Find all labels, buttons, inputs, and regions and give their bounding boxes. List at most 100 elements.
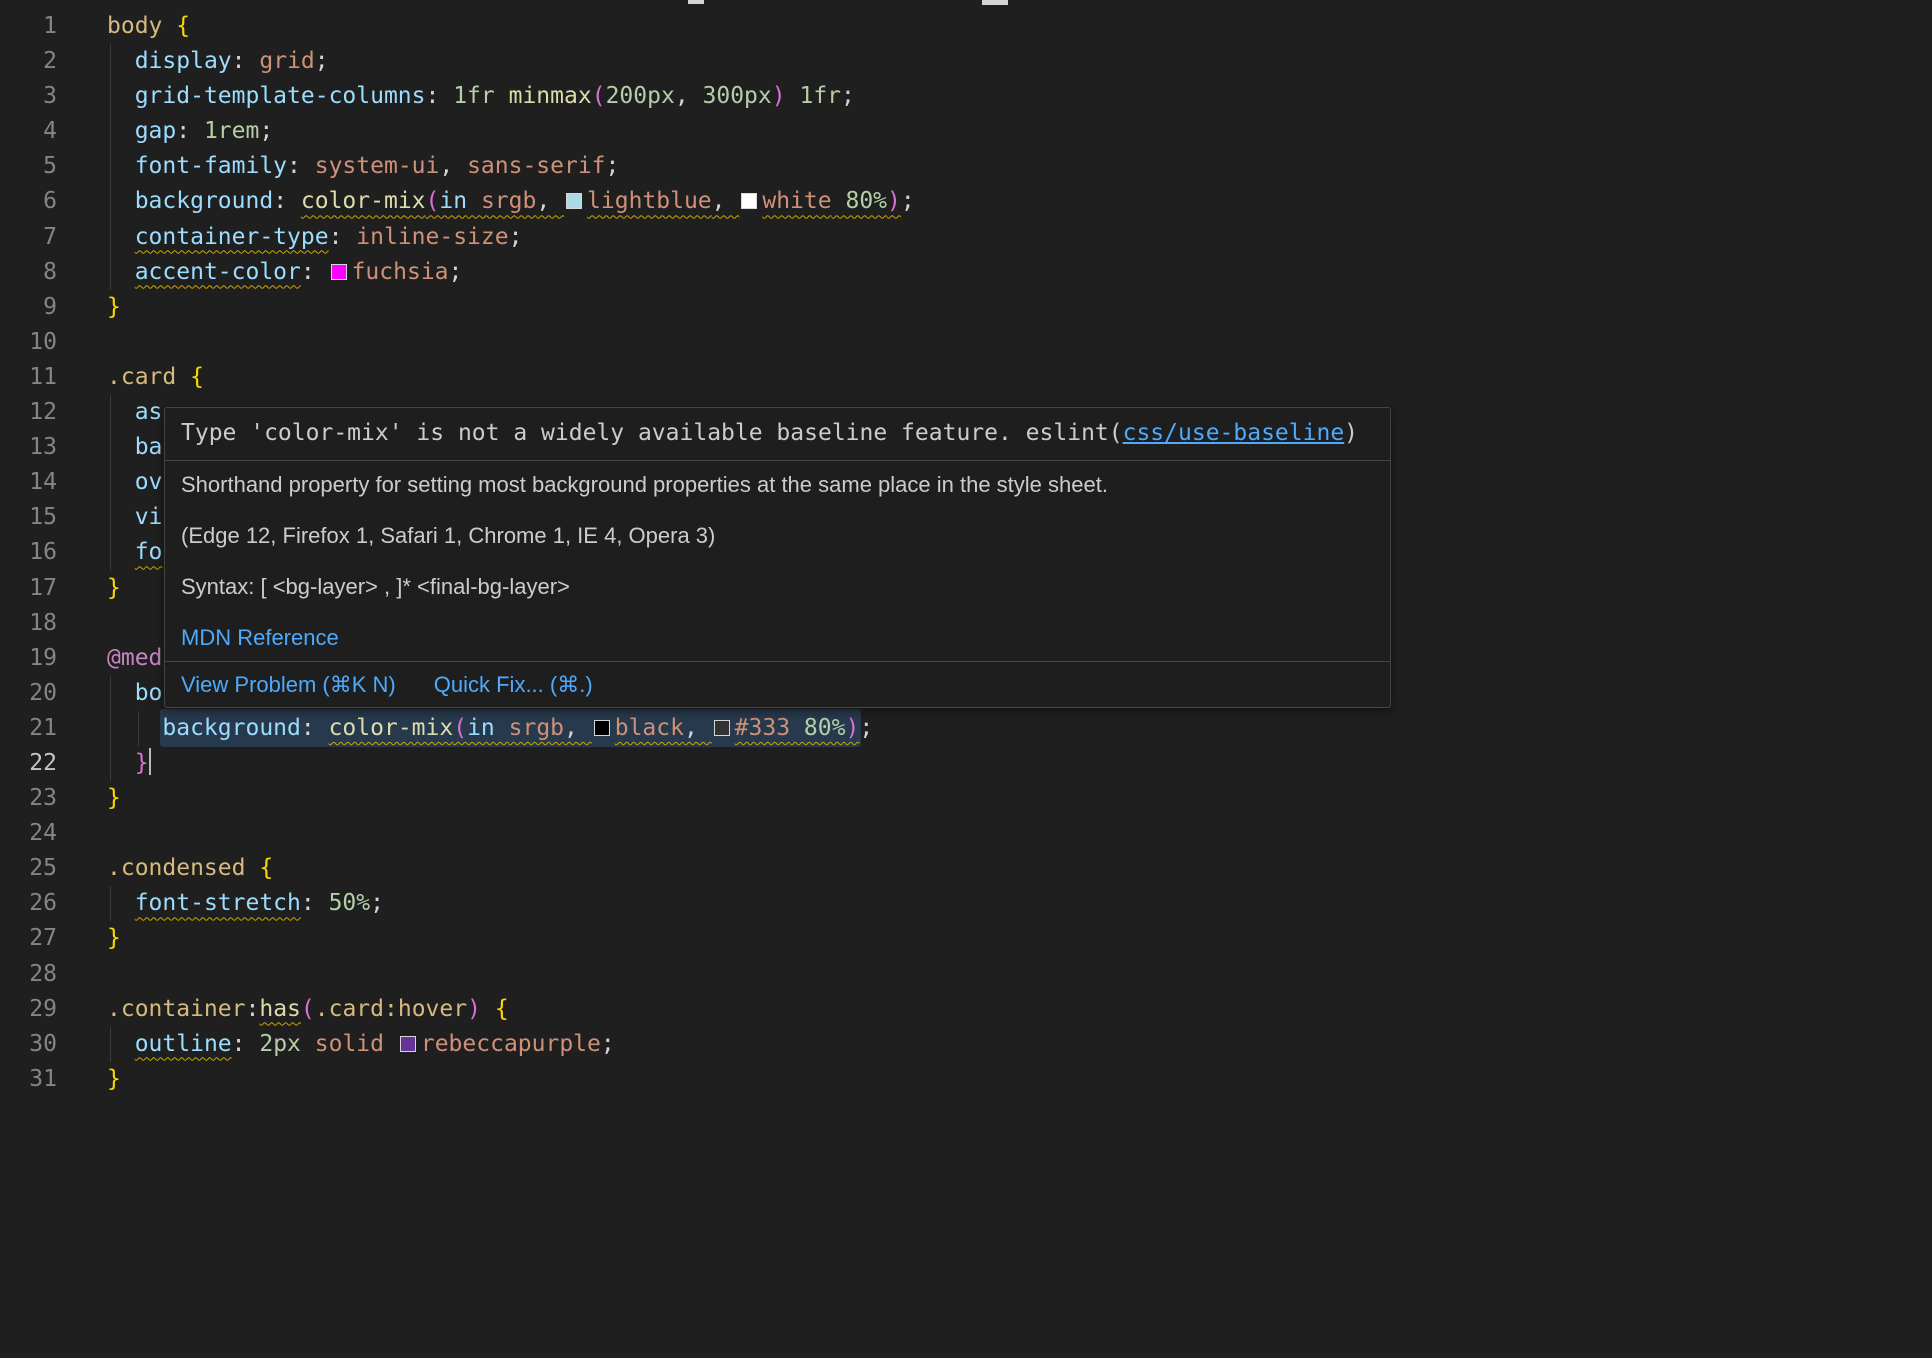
code-line[interactable]: 22 } <box>0 746 1932 781</box>
code-content[interactable]: container-type: inline-size; <box>57 220 1932 255</box>
color-swatch[interactable] <box>331 264 347 280</box>
code-token: font-stretch <box>135 890 301 916</box>
line-number[interactable]: 10 <box>0 325 57 360</box>
code-content[interactable]: grid-template-columns: 1fr minmax(200px,… <box>57 79 1932 114</box>
code-content[interactable]: } <box>57 921 1932 956</box>
line-number[interactable]: 30 <box>0 1027 57 1062</box>
line-number[interactable]: 31 <box>0 1062 57 1097</box>
line-number[interactable]: 23 <box>0 781 57 816</box>
line-number[interactable]: 15 <box>0 500 57 535</box>
code-token: .container <box>107 996 245 1022</box>
code-token: color-mix <box>301 188 426 214</box>
code-line[interactable]: 3 grid-template-columns: 1fr minmax(200p… <box>0 79 1932 114</box>
code-token <box>107 83 135 109</box>
code-line[interactable]: 23} <box>0 781 1932 816</box>
code-line[interactable]: 30 outline: 2px solid rebeccapurple; <box>0 1027 1932 1062</box>
view-problem-action[interactable]: View Problem (⌘K N) <box>181 671 396 698</box>
code-line[interactable]: 8 accent-color: fuchsia; <box>0 255 1932 290</box>
code-content[interactable]: } <box>57 746 1932 781</box>
code-line[interactable]: 4 gap: 1rem; <box>0 114 1932 149</box>
color-swatch[interactable] <box>714 720 730 736</box>
code-line[interactable]: 7 container-type: inline-size; <box>0 220 1932 255</box>
code-content[interactable]: .condensed { <box>57 851 1932 886</box>
code-content[interactable]: } <box>57 290 1932 325</box>
color-swatch[interactable] <box>400 1036 416 1052</box>
code-line[interactable]: 2 display: grid; <box>0 44 1932 79</box>
color-swatch[interactable] <box>566 193 582 209</box>
code-content[interactable]: display: grid; <box>57 44 1932 79</box>
line-number[interactable]: 20 <box>0 676 57 711</box>
code-content[interactable]: outline: 2px solid rebeccapurple; <box>57 1027 1932 1062</box>
line-number[interactable]: 13 <box>0 430 57 465</box>
code-line[interactable]: 27} <box>0 921 1932 956</box>
code-line[interactable]: 11.card { <box>0 360 1932 395</box>
line-number[interactable]: 7 <box>0 220 57 255</box>
code-content[interactable]: .container:has(.card:hover) { <box>57 992 1932 1027</box>
code-content[interactable]: background: color-mix(in srgb, lightblue… <box>57 184 1932 219</box>
clipped-text-fragment <box>688 0 704 4</box>
line-number[interactable]: 19 <box>0 641 57 676</box>
code-line[interactable]: 31} <box>0 1062 1932 1097</box>
code-token <box>832 188 846 214</box>
indent-guide <box>110 500 111 535</box>
line-number[interactable]: 1 <box>0 9 57 44</box>
code-content[interactable]: accent-color: fuchsia; <box>57 255 1932 290</box>
code-line[interactable]: 28 <box>0 957 1932 992</box>
line-number[interactable]: 11 <box>0 360 57 395</box>
line-number[interactable]: 8 <box>0 255 57 290</box>
code-content[interactable] <box>57 957 1932 992</box>
code-line[interactable]: 29.container:has(.card:hover) { <box>0 992 1932 1027</box>
code-content[interactable] <box>57 325 1932 360</box>
code-line[interactable]: 5 font-family: system-ui, sans-serif; <box>0 149 1932 184</box>
line-number[interactable]: 26 <box>0 886 57 921</box>
line-number[interactable]: 16 <box>0 535 57 570</box>
line-number[interactable]: 3 <box>0 79 57 114</box>
code-line[interactable]: 9} <box>0 290 1932 325</box>
line-number[interactable]: 21 <box>0 711 57 746</box>
line-number[interactable]: 4 <box>0 114 57 149</box>
code-line[interactable]: 10 <box>0 325 1932 360</box>
code-content[interactable]: } <box>57 781 1932 816</box>
line-number[interactable]: 25 <box>0 851 57 886</box>
code-token: , <box>712 188 740 214</box>
line-number[interactable]: 6 <box>0 184 57 219</box>
code-token: has <box>259 996 301 1022</box>
code-content[interactable]: background: color-mix(in srgb, black, #3… <box>57 711 1932 746</box>
code-content[interactable]: font-family: system-ui, sans-serif; <box>57 149 1932 184</box>
code-line[interactable]: 26 font-stretch: 50%; <box>0 886 1932 921</box>
line-number[interactable]: 28 <box>0 957 57 992</box>
line-number[interactable]: 22 <box>0 746 57 781</box>
line-number[interactable]: 14 <box>0 465 57 500</box>
code-content[interactable]: body { <box>57 9 1932 44</box>
warning-squiggle-range: has <box>259 996 301 1022</box>
line-number[interactable]: 18 <box>0 606 57 641</box>
line-number[interactable]: 5 <box>0 149 57 184</box>
code-line[interactable]: 21 background: color-mix(in srgb, black,… <box>0 711 1932 746</box>
line-number[interactable]: 29 <box>0 992 57 1027</box>
indent-guide <box>110 79 111 114</box>
line-number[interactable]: 9 <box>0 290 57 325</box>
mdn-reference-link[interactable]: MDN Reference <box>181 625 339 650</box>
word-highlight: background: color-mix(in srgb, black, #3… <box>160 709 861 747</box>
color-swatch[interactable] <box>594 720 610 736</box>
eslint-rule-link[interactable]: css/use-baseline <box>1123 420 1345 446</box>
code-line[interactable]: 1body { <box>0 9 1932 44</box>
line-number[interactable]: 27 <box>0 921 57 956</box>
code-content[interactable]: gap: 1rem; <box>57 114 1932 149</box>
color-swatch[interactable] <box>741 193 757 209</box>
code-line[interactable]: 24 <box>0 816 1932 851</box>
quick-fix-action[interactable]: Quick Fix... (⌘.) <box>434 671 593 698</box>
code-line[interactable]: 25.condensed { <box>0 851 1932 886</box>
code-line[interactable]: 6 background: color-mix(in srgb, lightbl… <box>0 184 1932 219</box>
line-number[interactable]: 12 <box>0 395 57 430</box>
code-content[interactable]: .card { <box>57 360 1932 395</box>
code-content[interactable] <box>57 816 1932 851</box>
code-token: 300px <box>703 83 772 109</box>
code-token: color-mix <box>329 715 454 741</box>
line-number[interactable]: 2 <box>0 44 57 79</box>
code-content[interactable]: font-stretch: 50%; <box>57 886 1932 921</box>
line-number[interactable]: 17 <box>0 571 57 606</box>
line-number[interactable]: 24 <box>0 816 57 851</box>
code-content[interactable]: } <box>57 1062 1932 1097</box>
code-token: } <box>107 575 121 601</box>
